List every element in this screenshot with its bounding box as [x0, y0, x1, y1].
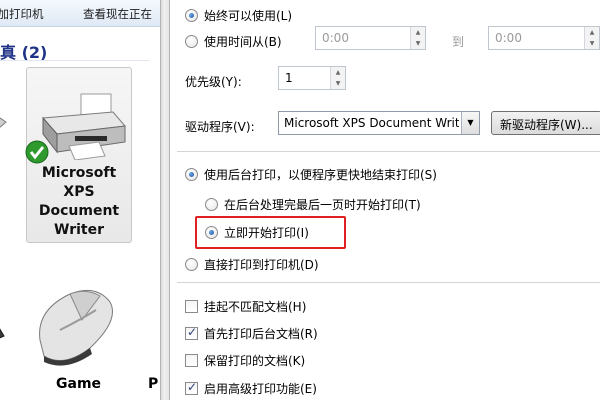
spin-down-icon[interactable]: ▼ [585, 38, 599, 49]
always-available-radio[interactable] [185, 9, 198, 22]
highlight-box [195, 216, 346, 249]
chevron-down-icon[interactable]: ▼ [461, 112, 479, 134]
spin-down-icon[interactable]: ▼ [331, 78, 345, 89]
always-available-label: 始终可以使用(L) [204, 9, 293, 23]
after-last-page-option[interactable]: 在后台处理完最后一页时开始打印(T) [205, 196, 421, 213]
divider [177, 151, 600, 152]
advanced-features-label: 启用高级打印功能(E) [204, 382, 317, 396]
new-driver-button[interactable]: 新驱动程序(W)... [491, 111, 600, 135]
driver-select[interactable]: Microsoft XPS Document Writer ▼ [278, 111, 480, 135]
after-last-page-label: 在后台处理完最后一页时开始打印(T) [224, 198, 421, 212]
time-to-spin-buttons[interactable]: ▲ ▼ [584, 27, 599, 49]
hold-mismatched-checkbox[interactable] [185, 300, 198, 313]
print-spooled-first-label: 首先打印后台文档(R) [204, 327, 318, 341]
printer-tile-xps[interactable]: Microsoft XPS Document Writer [25, 67, 132, 243]
priority-spin-buttons[interactable]: ▲ ▼ [330, 67, 345, 89]
mouse-label: Game [56, 376, 102, 392]
to-label: 到 [452, 35, 465, 49]
advanced-features-option[interactable]: 启用高级打印功能(E) [185, 380, 317, 397]
after-last-page-radio[interactable] [205, 198, 218, 211]
spin-up-icon[interactable]: ▲ [585, 27, 599, 38]
default-check-icon [25, 140, 49, 164]
explorer-toolbar: 添加打印机 查看现在正在 [0, 0, 160, 27]
priority-value: 1 [285, 71, 293, 85]
always-available-option[interactable]: 始终可以使用(L) [185, 7, 292, 24]
keep-printed-checkbox[interactable] [185, 354, 198, 367]
printer-name: Microsoft XPS Document Writer [38, 165, 120, 238]
driver-value: Microsoft XPS Document Writer [284, 116, 459, 130]
time-to-value: 0:00 [495, 31, 522, 45]
time-from-spinner[interactable]: 0:00 ▲ ▼ [315, 26, 426, 50]
partial-device-label: P [148, 376, 159, 392]
time-from-spin-buttons[interactable]: ▲ ▼ [410, 27, 425, 49]
time-to-spinner[interactable]: 0:00 ▲ ▼ [488, 26, 600, 50]
advanced-properties-panel: 始终可以使用(L) 使用时间从(B) 0:00 ▲ ▼ 到 0:00 ▲ ▼ 优先级… [171, 0, 600, 400]
print-direct-radio[interactable] [185, 258, 198, 271]
spool-radio[interactable] [185, 168, 198, 181]
section-divider [0, 60, 150, 61]
print-direct-option[interactable]: 直接打印到打印机(D) [185, 256, 319, 273]
add-printer-button[interactable]: 添加打印机 [0, 6, 44, 22]
spool-option[interactable]: 使用后台打印，以便程序更快地结束打印(S) [185, 166, 437, 183]
priority-label: 优先级(Y): [185, 75, 242, 89]
print-spooled-first-option[interactable]: 首先打印后台文档(R) [185, 325, 318, 342]
keep-printed-label: 保留打印的文档(K) [204, 354, 306, 368]
print-direct-label: 直接打印到打印机(D) [204, 258, 319, 272]
see-printing-button[interactable]: 查看现在正在 [83, 6, 152, 22]
available-from-option[interactable]: 使用时间从(B) [185, 33, 282, 50]
panel-splitter[interactable] [160, 0, 170, 400]
available-from-radio[interactable] [185, 35, 198, 48]
mouse-icon[interactable] [30, 280, 120, 370]
available-from-label: 使用时间从(B) [204, 35, 282, 49]
devices-panel: 添加打印机 查看现在正在 传真 (2) Microsoft [0, 0, 160, 400]
keep-printed-option[interactable]: 保留打印的文档(K) [185, 352, 305, 369]
print-spooled-first-checkbox[interactable] [185, 325, 198, 340]
spin-up-icon[interactable]: ▲ [411, 27, 425, 38]
spin-down-icon[interactable]: ▼ [411, 38, 425, 49]
advanced-features-checkbox[interactable] [185, 380, 198, 395]
hold-mismatched-label: 挂起不匹配文档(H) [204, 300, 307, 314]
divider [177, 282, 600, 283]
partial-device-icon-2[interactable] [0, 318, 12, 348]
spin-up-icon[interactable]: ▲ [331, 67, 345, 78]
priority-spinner[interactable]: 1 ▲ ▼ [278, 66, 346, 90]
spool-label: 使用后台打印，以便程序更快地结束打印(S) [204, 168, 437, 182]
time-from-value: 0:00 [322, 31, 349, 45]
driver-label: 驱动程序(V): [185, 120, 255, 134]
hold-mismatched-option[interactable]: 挂起不匹配文档(H) [185, 298, 306, 315]
partial-device-icon[interactable] [0, 110, 12, 140]
